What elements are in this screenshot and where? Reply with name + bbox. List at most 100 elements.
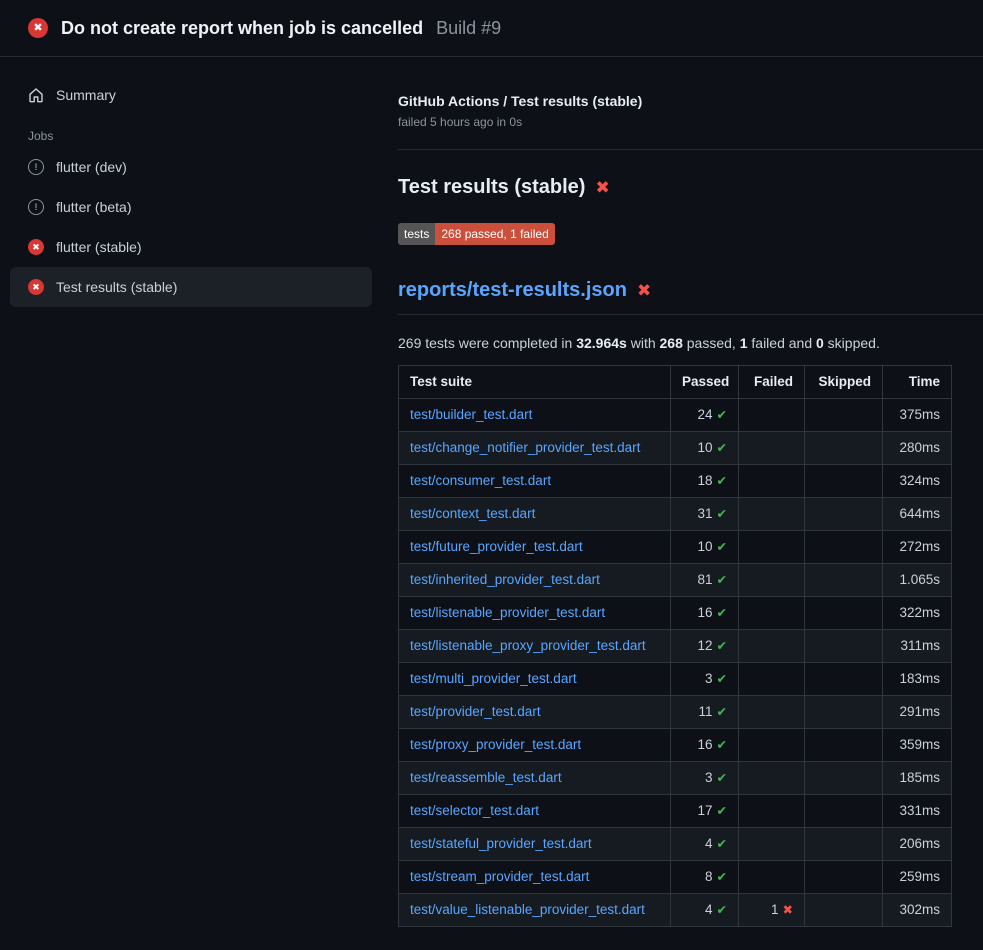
test-suite-cell: test/reassemble_test.dart [399, 762, 671, 795]
sidebar-item-flutter-dev[interactable]: !flutter (dev) [10, 147, 372, 187]
x-icon: ✖ [783, 903, 793, 917]
summary-text: failed and [748, 335, 817, 351]
column-header-test-suite: Test suite [399, 366, 671, 399]
time-cell: 322ms [883, 597, 952, 630]
failed-cell: 1✖ [739, 894, 805, 927]
table-row: test/listenable_proxy_provider_test.dart… [399, 630, 952, 663]
check-icon: ✔ [717, 573, 727, 587]
test-suite-cell: test/stream_provider_test.dart [399, 861, 671, 894]
sidebar-item-test-results-stable[interactable]: ✖ Test results (stable) [10, 267, 372, 307]
passed-cell-count: 81 [697, 572, 712, 587]
table-row: test/proxy_provider_test.dart16✔359ms [399, 729, 952, 762]
failed-x-icon: ✖ [637, 281, 651, 301]
time-cell: 206ms [883, 828, 952, 861]
passed-cell: 3✔ [671, 762, 739, 795]
main-content: GitHub Actions / Test results (stable) f… [382, 57, 983, 927]
job-label: flutter (stable) [56, 239, 142, 255]
home-icon [28, 87, 44, 103]
column-header-time: Time [883, 366, 952, 399]
failed-cell [739, 597, 805, 630]
table-row: test/multi_provider_test.dart3✔183ms [399, 663, 952, 696]
report-link[interactable]: reports/test-results.json [398, 279, 627, 302]
check-icon: ✔ [717, 672, 727, 686]
sidebar-item-summary[interactable]: Summary [10, 75, 372, 115]
skipped-cell [805, 861, 883, 894]
passed-cell-count: 16 [697, 737, 712, 752]
page-layout: Summary Jobs !flutter (dev)!flutter (bet… [0, 57, 983, 927]
test-suite-link[interactable]: test/listenable_proxy_provider_test.dart [410, 638, 646, 653]
column-header-failed: Failed [739, 366, 805, 399]
table-row: test/change_notifier_provider_test.dart 1… [399, 432, 952, 465]
test-suite-link[interactable]: test/change_notifier_provider_test.dart [410, 440, 640, 455]
badge-label: tests [398, 223, 435, 245]
test-suite-link[interactable]: test/reassemble_test.dart [410, 770, 562, 785]
skipped-cell [805, 531, 883, 564]
test-suite-link[interactable]: test/context_test.dart [410, 506, 535, 521]
failed-cell [739, 762, 805, 795]
passed-cell-count: 8 [705, 869, 713, 884]
failed-cell-count: 1 [771, 902, 779, 917]
summary-text: 269 tests were completed in [398, 335, 576, 351]
skipped-cell [805, 795, 883, 828]
skipped-cell [805, 465, 883, 498]
test-suite-link[interactable]: test/selector_test.dart [410, 803, 539, 818]
table-row: test/stateful_provider_test.dart4✔206ms [399, 828, 952, 861]
table-row: test/reassemble_test.dart 3✔ 185ms [399, 762, 952, 795]
time-cell: 375ms [883, 399, 952, 432]
check-icon: ✔ [717, 738, 727, 752]
passed-cell-count: 10 [697, 539, 712, 554]
time-cell: 185ms [883, 762, 952, 795]
skipped-cell [805, 762, 883, 795]
test-suite-link[interactable]: test/builder_test.dart [410, 407, 532, 422]
skipped-cell [805, 894, 883, 927]
test-suite-link[interactable]: test/value_listenable_provider_test.dart [410, 902, 645, 917]
failed-cell [739, 399, 805, 432]
table-row: test/context_test.dart31✔644ms [399, 498, 952, 531]
skipped-cell [805, 432, 883, 465]
passed-cell-count: 31 [697, 506, 712, 521]
skipped-cell [805, 696, 883, 729]
check-icon: ✔ [717, 903, 727, 917]
failed-cell [739, 729, 805, 762]
test-suite-link[interactable]: test/future_provider_test.dart [410, 539, 583, 554]
failed-cell [739, 861, 805, 894]
jobs-section-label: Jobs [10, 129, 372, 143]
test-suite-cell: test/context_test.dart [399, 498, 671, 531]
passed-cell: 4✔ [671, 894, 739, 927]
test-suite-link[interactable]: test/consumer_test.dart [410, 473, 551, 488]
check-icon: ✔ [717, 408, 727, 422]
passed-cell-count: 10 [697, 440, 712, 455]
failed-cell [739, 564, 805, 597]
passed-cell-count: 3 [705, 770, 713, 785]
check-icon: ✔ [717, 540, 727, 554]
sidebar-summary-label: Summary [56, 87, 116, 103]
test-suite-link[interactable]: test/inherited_provider_test.dart [410, 572, 600, 587]
time-cell: 1.065s [883, 564, 952, 597]
passed-cell-count: 16 [697, 605, 712, 620]
column-header-passed: Passed [671, 366, 739, 399]
time-cell: 280ms [883, 432, 952, 465]
time-cell: 324ms [883, 465, 952, 498]
x-circle-fill-icon: ✖ [28, 18, 48, 38]
sidebar-item-flutter-stable[interactable]: ✖flutter (stable) [10, 227, 372, 267]
sidebar-item-flutter-beta[interactable]: !flutter (beta) [10, 187, 372, 227]
test-suite-cell: test/stateful_provider_test.dart [399, 828, 671, 861]
test-suite-link[interactable]: test/listenable_provider_test.dart [410, 605, 605, 620]
job-label: Test results (stable) [56, 279, 177, 295]
table-row: test/selector_test.dart17✔331ms [399, 795, 952, 828]
test-suite-cell: test/change_notifier_provider_test.dart [399, 432, 671, 465]
test-suite-link[interactable]: test/stateful_provider_test.dart [410, 836, 592, 851]
test-suite-link[interactable]: test/proxy_provider_test.dart [410, 737, 581, 752]
check-icon: ✔ [717, 804, 727, 818]
test-results-table: Test suitePassedFailedSkippedTime test/b… [398, 365, 952, 927]
test-suite-cell: test/provider_test.dart [399, 696, 671, 729]
table-row: test/inherited_provider_test.dart 81 ✔ 1.06… [399, 564, 952, 597]
test-suite-link[interactable]: test/stream_provider_test.dart [410, 869, 589, 884]
alert-circle-icon: ! [28, 199, 44, 215]
badge-value: 268 passed, 1 failed [435, 223, 554, 245]
test-suite-link[interactable]: test/provider_test.dart [410, 704, 541, 719]
time-cell: 302ms [883, 894, 952, 927]
x-circle-fill-icon: ✖ [28, 279, 44, 295]
test-suite-link[interactable]: test/multi_provider_test.dart [410, 671, 577, 686]
check-icon: ✔ [717, 507, 727, 521]
